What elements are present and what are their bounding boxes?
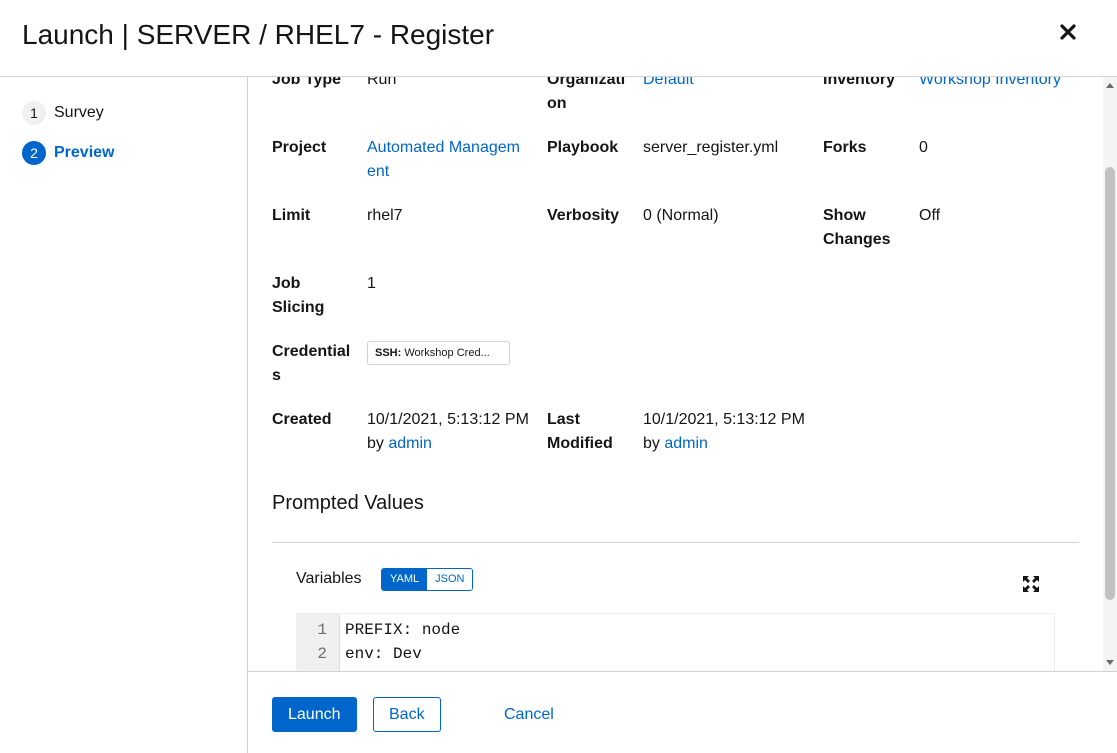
created-by: by <box>367 435 384 452</box>
created-label: Created <box>272 411 332 428</box>
step-number: 2 <box>22 141 46 165</box>
project-link[interactable]: Automated Management <box>367 136 525 184</box>
last-modified-label: Last Modified <box>547 411 613 452</box>
code-line: env: Dev <box>345 645 422 663</box>
verbosity-label: Verbosity <box>547 207 620 224</box>
scroll-down-arrow-icon[interactable] <box>1106 660 1114 665</box>
section-divider <box>272 542 1079 543</box>
modal-title: Launch | SERVER / RHEL7 - Register <box>22 19 495 50</box>
show-changes-label: Show Changes <box>823 207 891 248</box>
inventory-label: Inventory <box>823 77 896 88</box>
json-toggle[interactable]: JSON <box>427 569 473 590</box>
preview-content: Job Type Run Organization Default Invent… <box>248 77 1117 671</box>
wizard-footer: Launch Back Cancel <box>248 671 1117 753</box>
playbook-label: Playbook <box>547 139 619 156</box>
credential-name: Workshop Cred... <box>404 347 490 359</box>
variables-label: Variables <box>296 570 362 587</box>
job-type-label: Job Type <box>272 77 342 88</box>
line-number: 1 <box>317 621 327 639</box>
created-user-link[interactable]: admin <box>388 435 432 452</box>
step-number: 1 <box>22 101 46 125</box>
limit-value: rhel7 <box>367 207 403 224</box>
variables-format-toggle: YAML JSON <box>381 568 474 591</box>
forks-value: 0 <box>919 139 928 156</box>
job-slicing-value: 1 <box>367 275 376 292</box>
last-modified-value: 10/1/2021, 5:13:12 PM by admin <box>643 408 808 456</box>
back-button[interactable]: Back <box>373 697 441 732</box>
credentials-label: Credentials <box>272 343 351 384</box>
credential-type: SSH: <box>375 347 402 359</box>
launch-button[interactable]: Launch <box>272 697 357 732</box>
job-type-value: Run <box>367 77 397 88</box>
content-scrollbar[interactable] <box>1103 77 1117 671</box>
limit-label: Limit <box>272 207 311 224</box>
close-button[interactable] <box>1053 17 1083 47</box>
step-label: Survey <box>54 104 104 121</box>
modified-by: by <box>643 435 660 452</box>
expand-icon[interactable] <box>1022 575 1040 593</box>
organization-label: Organization <box>547 77 626 112</box>
scroll-up-arrow-icon[interactable] <box>1106 83 1114 88</box>
variables-editor[interactable]: 1 2 PREFIX: node env: Dev <box>296 613 1055 671</box>
wizard-nav: 1 Survey 2 Preview <box>0 77 248 753</box>
modal-header: Launch | SERVER / RHEL7 - Register <box>0 0 1117 77</box>
yaml-toggle[interactable]: YAML <box>382 569 428 590</box>
forks-label: Forks <box>823 139 867 156</box>
step-label: Preview <box>54 144 115 161</box>
line-number: 2 <box>317 645 327 663</box>
prompted-values-title: Prompted Values <box>272 492 424 514</box>
modified-user-link[interactable]: admin <box>664 435 708 452</box>
project-label: Project <box>272 139 327 156</box>
verbosity-value: 0 (Normal) <box>643 207 719 224</box>
wizard-step-survey[interactable]: 1 Survey <box>22 101 104 125</box>
wizard-step-preview[interactable]: 2 Preview <box>22 141 114 165</box>
job-slicing-label: Job Slicing <box>272 275 325 316</box>
editor-gutter: 1 2 <box>297 614 340 671</box>
credential-chip: SSH: Workshop Cred... <box>367 341 510 365</box>
inventory-link[interactable]: Workshop Inventory <box>919 77 1061 92</box>
cancel-button[interactable]: Cancel <box>488 697 570 732</box>
code-line: PREFIX: node <box>345 621 461 639</box>
close-icon <box>1060 24 1076 40</box>
organization-link[interactable]: Default <box>643 77 694 92</box>
created-value: 10/1/2021, 5:13:12 PM by admin <box>367 408 532 456</box>
scrollbar-thumb[interactable] <box>1105 167 1115 600</box>
show-changes-value: Off <box>919 207 941 224</box>
created-date: 10/1/2021, 5:13:12 PM <box>367 411 529 428</box>
modified-date: 10/1/2021, 5:13:12 PM <box>643 411 805 428</box>
playbook-value: server_register.yml <box>643 139 779 156</box>
